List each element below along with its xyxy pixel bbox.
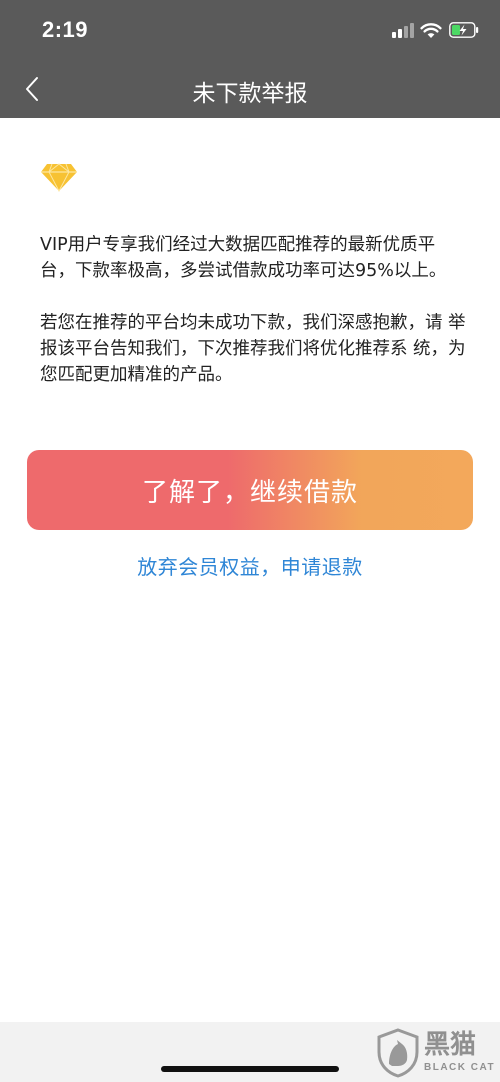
watermark-logo: 黑猫 BLACK CAT — [376, 1028, 496, 1082]
wifi-icon — [420, 23, 442, 38]
status-time: 2:19 — [42, 17, 89, 42]
diamond-icon — [41, 163, 77, 192]
cellular-signal-icon — [392, 23, 416, 38]
home-indicator[interactable] — [161, 1066, 339, 1072]
watermark-text: 黑猫 — [424, 1030, 477, 1060]
battery-charging-icon — [449, 22, 479, 38]
header: 2:19 未下款举报 — [0, 0, 500, 118]
status-bar: 2:19 — [0, 0, 500, 60]
content-card: VIP用户专享我们经过大数据匹配推荐的最新优质平 台，下款率极高，多尝试借款成功… — [0, 118, 500, 1022]
black-cat-logo-icon — [377, 1028, 419, 1078]
vip-description: VIP用户专享我们经过大数据匹配推荐的最新优质平 台，下款率极高，多尝试借款成功… — [40, 235, 447, 281]
nav-bar: 未下款举报 — [0, 60, 500, 118]
watermark-subtext: BLACK CAT — [424, 1062, 496, 1073]
report-description: 若您在推荐的平台均未成功下款，我们深感抱歉，请 举报该平台告知我们，下次推荐我们… — [40, 313, 466, 385]
continue-borrowing-button[interactable]: 了解了，继续借款 — [27, 450, 473, 530]
page-title: 未下款举报 — [192, 81, 308, 107]
request-refund-link[interactable]: 放弃会员权益，申请退款 — [0, 551, 500, 580]
